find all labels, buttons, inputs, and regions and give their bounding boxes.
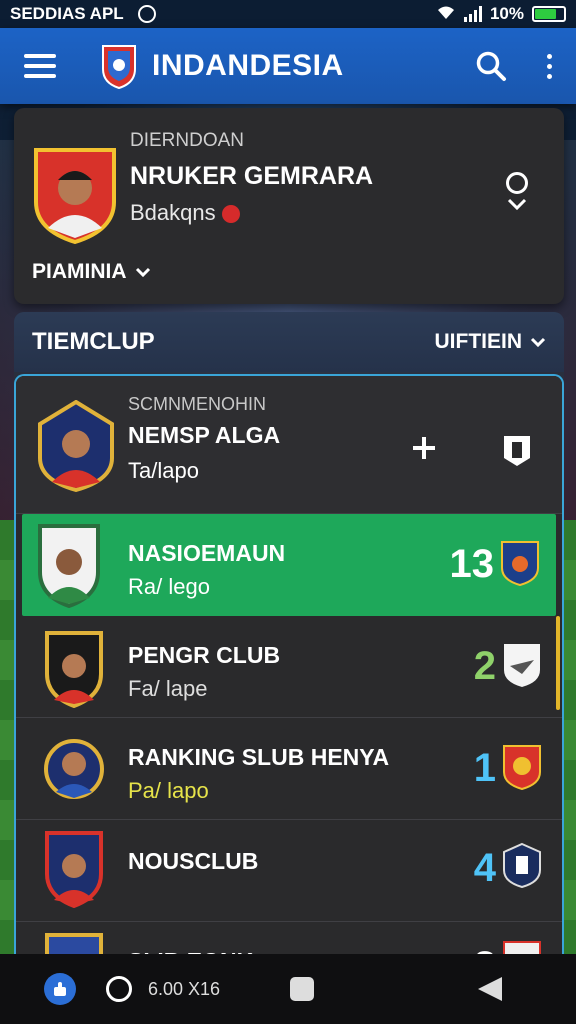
row-rank: 1	[473, 746, 496, 790]
wifi-icon	[436, 4, 456, 25]
team-club-panel: TIEMCLUP UIFTIEIN SCMNMENOHIN NEMSP ALGA…	[14, 312, 564, 1014]
team-crest	[45, 631, 103, 708]
club-badge	[503, 745, 541, 790]
filter-dropdown[interactable]: UIFTIEIN	[435, 330, 547, 354]
team-crest	[45, 831, 103, 908]
scrollbar[interactable]	[556, 616, 560, 710]
team-crest	[38, 524, 100, 608]
row-subtitle: Fa/ lape	[128, 676, 208, 701]
row-subtitle: Ra/ lego	[128, 574, 210, 599]
profile-subtitle: Bdakqns	[130, 200, 240, 226]
team-panel-title: TIEMCLUP	[32, 328, 155, 355]
row-rank: 2	[473, 644, 496, 688]
battery-percent: 10%	[489, 4, 524, 23]
team-crest	[44, 739, 104, 799]
row-name: NEMSP ALGA	[128, 422, 281, 448]
chevron-down-icon	[507, 198, 527, 210]
thumb-icon	[54, 982, 66, 996]
notification-icon	[137, 5, 156, 23]
bottom-nav-bar: 6.00 X16	[0, 954, 576, 1024]
profile-kicker: DIERNDOAN	[130, 130, 245, 151]
battery-icon	[532, 6, 566, 22]
nav-center-text: 6.00 X16	[148, 978, 221, 999]
search-icon[interactable]	[475, 50, 507, 82]
row-subtitle: Ta/lapo	[128, 458, 199, 483]
list-item[interactable]: RANKING SLUB HENYA Pa/ lapo 1	[16, 718, 562, 820]
profile-card[interactable]: DIERNDOAN NRUKER GEMRARA Bdakqns PIAMINI…	[14, 108, 564, 304]
app-bar: INDANDESIA	[0, 28, 576, 104]
filter-label: UIFTIEIN	[434, 330, 523, 353]
recents-button[interactable]	[290, 977, 315, 1001]
badge-icon[interactable]	[502, 428, 532, 468]
signal-icon	[463, 6, 482, 22]
row-name: RANKING SLUB HENYA	[128, 744, 390, 770]
player-avatar	[34, 148, 116, 244]
list-item[interactable]: NOUSCLUB 4	[16, 820, 562, 922]
profile-subtitle-text: Bdakqns	[130, 200, 216, 225]
list-item[interactable]: PENGR CLUB Fa/ lape 2	[16, 616, 562, 718]
app-title: INDANDESIA	[152, 49, 344, 82]
row-name: NASIOEMAUN	[128, 540, 286, 566]
profile-name: NRUKER GEMRARA	[130, 162, 374, 190]
row-rank: 13	[449, 542, 495, 586]
position-dropdown[interactable]: PIAMINIA	[32, 260, 151, 284]
team-crest	[38, 400, 114, 492]
status-carrier-text: SEDDIAS APL	[10, 4, 124, 23]
add-icon[interactable]	[410, 434, 438, 462]
row-name: PENGR CLUB	[128, 642, 281, 668]
row-rank: 4	[473, 846, 496, 890]
list-item[interactable]: SCMNMENOHIN NEMSP ALGA Ta/lapo	[16, 376, 562, 514]
club-badge	[504, 644, 540, 687]
list-item-selected[interactable]: NASIOEMAUN Ra/ lego 13	[22, 514, 556, 616]
chevron-down-icon	[135, 267, 150, 277]
chevron-down-icon	[530, 337, 546, 347]
profile-expand-toggle[interactable]	[506, 172, 528, 210]
flag-icon	[221, 205, 240, 224]
position-label: PIAMINIA	[32, 260, 127, 283]
app-logo	[102, 45, 136, 89]
row-name: NOUSCLUB	[128, 848, 259, 874]
back-button[interactable]	[478, 977, 502, 1001]
row-subtitle: Pa/ lapo	[128, 778, 209, 803]
more-options-icon[interactable]	[547, 53, 552, 79]
home-button[interactable]	[106, 976, 132, 1002]
menu-icon[interactable]	[24, 54, 56, 78]
assistant-button[interactable]	[44, 973, 76, 1005]
team-panel-header: TIEMCLUP UIFTIEIN	[14, 312, 564, 372]
status-bar: SEDDIAS APL 10%	[0, 0, 576, 28]
row-kicker: SCMNMENOHIN	[128, 394, 266, 414]
team-list[interactable]: SCMNMENOHIN NEMSP ALGA Ta/lapo NASIOEMAU…	[14, 374, 564, 1014]
club-badge	[503, 842, 541, 888]
club-badge	[501, 541, 539, 586]
circle-icon	[506, 172, 528, 194]
